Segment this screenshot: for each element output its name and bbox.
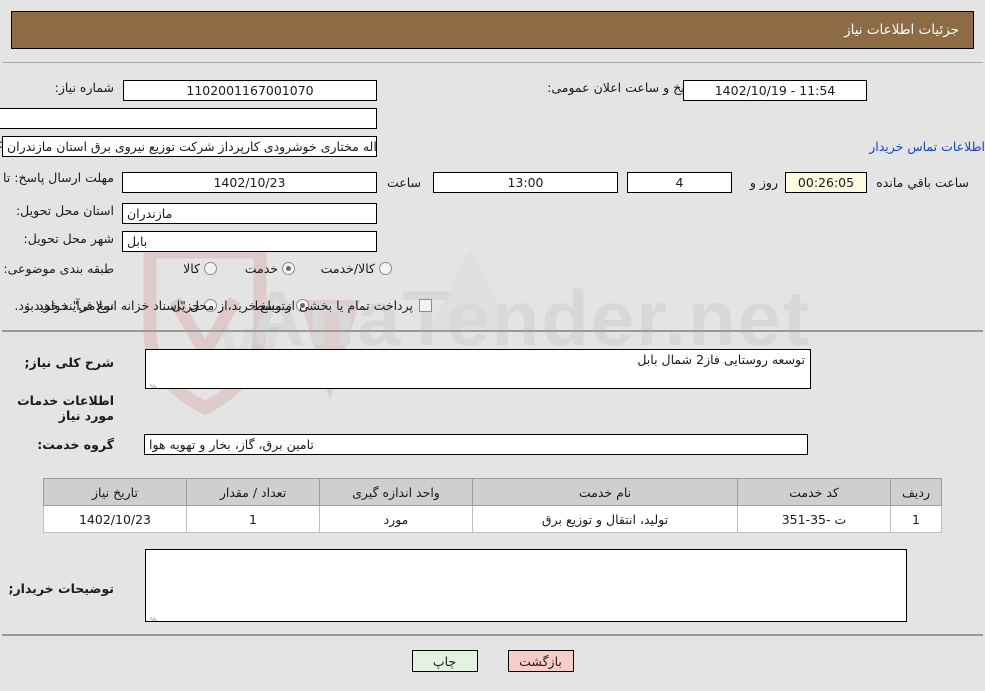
th-need-date: تاریخ نیاز (43, 478, 187, 506)
province-value: مازندران (122, 203, 377, 224)
creator-value: روح اله مختاری خوشرودی کارپرداز شرکت توز… (2, 136, 377, 157)
deadline-hour-label: ساعت (386, 175, 421, 190)
footer-buttons: بازگشت چاپ (0, 650, 985, 672)
city-value: بابل (122, 231, 377, 252)
category-label-row: طبقه بندی موضوعی: (3, 261, 114, 276)
category-radio-khedmat[interactable]: خدمت (231, 261, 295, 276)
back-button[interactable]: بازگشت (507, 650, 574, 672)
countdown-timer: 00:26:05 (785, 172, 867, 193)
th-service-code: کد خدمت (737, 478, 891, 506)
treasury-checkbox-label: پرداخت تمام یا بخشی از مبلغ خرید،از محل … (14, 298, 413, 313)
cell-service-code: ت -35-351 (737, 505, 891, 533)
category-option-label-0: کالا (183, 261, 200, 276)
need-number-value: 1102001167001070 (123, 80, 377, 101)
th-row-no: ردیف (890, 478, 942, 506)
need-number-label-row: شماره نیاز: (55, 80, 114, 95)
page-header: جزئیات اطلاعات نیاز (11, 11, 974, 49)
deadline-days-label: روز و (749, 175, 778, 190)
buyer-notes-label: توضیحات خریدار; (8, 581, 114, 596)
province-label-row: استان محل تحویل: (16, 203, 114, 218)
need-number-label: شماره نیاز: (54, 80, 114, 95)
table-header-row: ردیف کد خدمت نام خدمت واحد اندازه گیری ت… (43, 478, 942, 506)
category-option-label-1: خدمت (244, 261, 278, 276)
cell-unit: مورد (319, 505, 473, 533)
category-radio-kala-khedmat[interactable]: کالا/خدمت (307, 261, 392, 276)
city-label-row: شهر محل تحویل: (24, 231, 114, 246)
deadline-date-value: 1402/10/23 (122, 172, 377, 193)
services-section-title-row: اطلاعات خدمات مورد نیاز (0, 393, 114, 423)
services-table: ردیف کد خدمت نام خدمت واحد اندازه گیری ت… (43, 478, 942, 533)
treasury-checkbox-icon[interactable] (419, 299, 432, 312)
th-unit: واحد اندازه گیری (319, 478, 473, 506)
city-label: شهر محل تحویل: (23, 231, 114, 246)
treasury-checkbox-row[interactable]: پرداخت تمام یا بخشی از مبلغ خرید،از محل … (14, 298, 432, 313)
service-group-value: تامین برق، گاز، بخار و تهویه هوا (144, 434, 808, 455)
need-summary-textarea[interactable]: توسعه روستایی فاز2 شمال بابل (145, 349, 811, 389)
need-summary-value: توسعه روستایی فاز2 شمال بابل (637, 352, 805, 367)
radio-khedmat-icon[interactable] (282, 262, 295, 275)
buyer-notes-textarea[interactable] (145, 549, 907, 622)
radio-kala-icon[interactable] (204, 262, 217, 275)
page-root: AnaTender.net W جزئیات اطلاعات نیاز شمار… (0, 0, 985, 691)
radio-kala-khedmat-icon[interactable] (379, 262, 392, 275)
page-title: جزئیات اطلاعات نیاز (844, 22, 959, 38)
cell-service-name: تولید، انتقال و توزیع برق (472, 505, 738, 533)
buyer-contact-link[interactable]: اطلاعات تماس خریدار (837, 139, 985, 154)
buyer-notes-label-row: توضیحات خریدار; (8, 581, 114, 596)
deadline-label-row: مهلت ارسال پاسخ: تا تاریخ: (0, 167, 114, 186)
need-summary-label: شرح کلی نیاز; (24, 355, 114, 370)
cell-row-no: 1 (890, 505, 942, 533)
services-section-title: اطلاعات خدمات مورد نیاز (17, 393, 114, 423)
deadline-days-value: 4 (627, 172, 732, 193)
th-service-name: نام خدمت (472, 478, 738, 506)
deadline-label: مهلت ارسال پاسخ: تا تاریخ: (0, 170, 114, 185)
table-row: 1 ت -35-351 تولید، انتقال و توزیع برق مو… (43, 505, 942, 533)
resize-grip-icon[interactable] (149, 376, 159, 388)
resize-grip-icon[interactable] (149, 609, 159, 621)
need-info-panel (2, 62, 983, 332)
category-radio-kala[interactable]: کالا (169, 261, 217, 276)
need-summary-label-row: شرح کلی نیاز; (25, 355, 114, 370)
announce-datetime-label: تاریخ و ساعت اعلان عمومی: (547, 80, 698, 95)
th-quantity: تعداد / مقدار (186, 478, 320, 506)
print-button[interactable]: چاپ (411, 650, 478, 672)
category-label: طبقه بندی موضوعی: (3, 261, 114, 276)
service-group-label-row: گروه خدمت: (37, 437, 114, 452)
province-label: استان محل تحویل: (15, 203, 114, 218)
service-group-label: گروه خدمت: (37, 437, 114, 452)
remaining-time-label: ساعت باقي مانده (876, 175, 969, 190)
announce-datetime-value: 1402/10/19 - 11:54 (683, 80, 867, 101)
deadline-time-value: 13:00 (433, 172, 618, 193)
announce-datetime-label-row: تاریخ و ساعت اعلان عمومی: (547, 80, 698, 95)
cell-quantity: 1 (186, 505, 320, 533)
buyer-org-value: شرکت توزیع نیروی برق استان مازندران (0, 108, 377, 129)
cell-need-date: 1402/10/23 (43, 505, 187, 533)
category-option-label-2: کالا/خدمت (320, 261, 375, 276)
